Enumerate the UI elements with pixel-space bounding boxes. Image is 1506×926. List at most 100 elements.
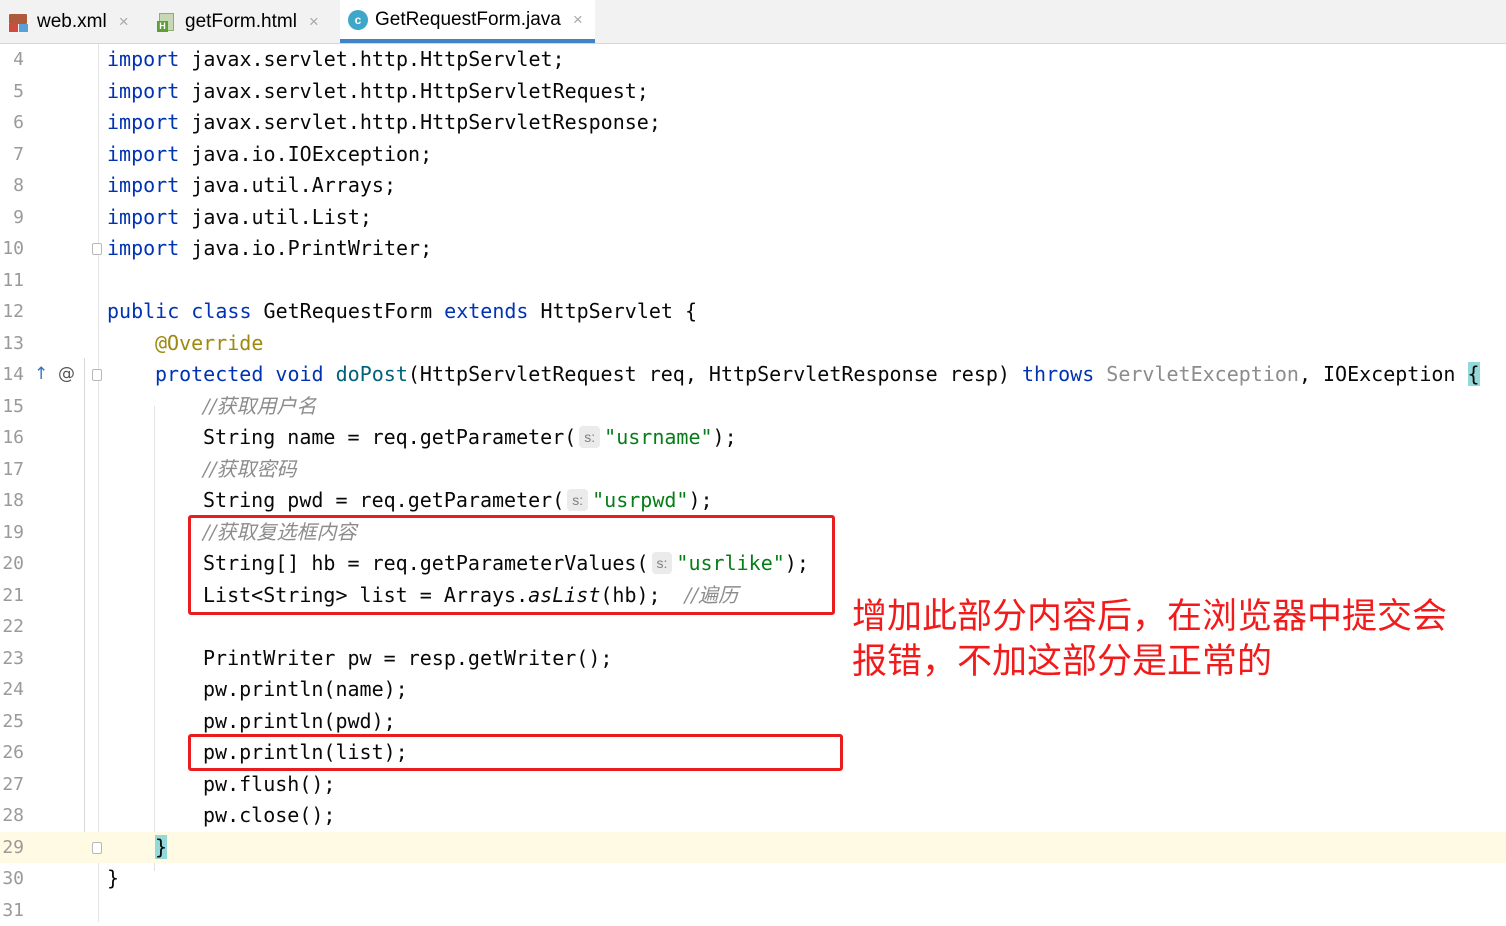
line-number: 5 <box>0 76 24 108</box>
line-number: 18 <box>0 485 24 517</box>
line-number: 28 <box>0 800 24 832</box>
line-number: 15 <box>0 391 24 423</box>
line-number: 12 <box>0 296 24 328</box>
annotation-line: 报错，不加这部分是正常的 <box>852 640 1492 685</box>
line-number: 30 <box>0 863 24 895</box>
code-text: pw.close(); <box>203 800 335 832</box>
editor-tab-bar: web.xml × H getForm.html × c GetRequestF… <box>0 0 1506 44</box>
string-literal: "usrname" <box>604 425 712 449</box>
code-text: ServletException <box>1106 362 1299 386</box>
keyword: public <box>107 299 179 323</box>
annotation-note: 增加此部分内容后，在浏览器中提交会 报错，不加这部分是正常的 <box>852 595 1492 685</box>
close-icon[interactable]: × <box>119 12 129 32</box>
line-number: 14 <box>0 359 24 391</box>
code-line: 4 import javax.servlet.http.HttpServlet; <box>0 44 1506 76</box>
code-line: 25 pw.println(pwd); <box>0 706 1506 738</box>
tab-getrequestform-java[interactable]: c GetRequestForm.java × <box>340 0 595 43</box>
line-number: 7 <box>0 139 24 171</box>
parameter-hint: s: <box>567 489 588 511</box>
code-text: , IOException <box>1299 362 1468 386</box>
code-line: 17 //获取密码 <box>0 454 1506 486</box>
code-line: 31 <box>0 895 1506 926</box>
tab-getform-html[interactable]: H getForm.html × <box>148 0 338 43</box>
code-text: ); <box>688 488 712 512</box>
code-line: 10import java.io.PrintWriter; <box>0 233 1506 265</box>
code-text: pw.flush(); <box>203 769 335 801</box>
keyword: import <box>107 110 179 134</box>
fold-icon[interactable] <box>92 842 102 854</box>
line-number: 17 <box>0 454 24 486</box>
comment: //获取用户名 <box>203 394 316 418</box>
code-text: javax.servlet.http.HttpServletRequest; <box>179 79 649 103</box>
close-icon[interactable]: × <box>573 10 583 30</box>
line-number: 19 <box>0 517 24 549</box>
line-number: 20 <box>0 548 24 580</box>
keyword: import <box>107 79 179 103</box>
tab-label: web.xml <box>37 11 107 33</box>
code-text: pw.println(pwd); <box>203 706 396 738</box>
java-class-icon: c <box>348 10 368 30</box>
line-number: 21 <box>0 580 24 612</box>
line-number: 13 <box>0 328 24 360</box>
comment: //获取密码 <box>203 457 296 481</box>
line-number: 23 <box>0 643 24 675</box>
code-text: java.util.Arrays; <box>179 173 396 197</box>
keyword: import <box>107 47 179 71</box>
code-line-current: 29} <box>0 832 1506 864</box>
line-number: 25 <box>0 706 24 738</box>
xml-file-icon <box>8 11 30 33</box>
highlight-box-array-params <box>188 515 835 615</box>
code-text: java.util.List; <box>179 205 372 229</box>
keyword: import <box>107 173 179 197</box>
code-text: java.io.IOException; <box>179 142 432 166</box>
keyword: extends <box>444 299 528 323</box>
code-text: String pwd = req.getParameter( <box>203 488 564 512</box>
code-line: 15 //获取用户名 <box>0 391 1506 423</box>
line-number: 27 <box>0 769 24 801</box>
code-line: 9import java.util.List; <box>0 202 1506 234</box>
code-text: pw.println(name); <box>203 674 408 706</box>
tab-label: GetRequestForm.java <box>375 9 561 31</box>
code-text: GetRequestForm <box>252 299 445 323</box>
code-line: 12public class GetRequestForm extends Ht… <box>0 296 1506 328</box>
method-name: doPost <box>336 362 408 386</box>
code-line: 27 pw.flush(); <box>0 769 1506 801</box>
code-text: HttpServlet { <box>528 299 697 323</box>
tab-web-xml[interactable]: web.xml × <box>0 0 140 43</box>
code-text: java.io.PrintWriter; <box>179 236 432 260</box>
code-line: 6import javax.servlet.http.HttpServletRe… <box>0 107 1506 139</box>
highlight-box-print-list <box>188 734 843 771</box>
fold-icon[interactable] <box>92 243 102 255</box>
line-number: 4 <box>0 44 24 76</box>
code-line: 18String pwd = req.getParameter(s:"usrpw… <box>0 485 1506 517</box>
fold-icon[interactable] <box>92 369 102 381</box>
line-number: 16 <box>0 422 24 454</box>
code-line: 8import java.util.Arrays; <box>0 170 1506 202</box>
code-line: 28 pw.close(); <box>0 800 1506 832</box>
code-text: javax.servlet.http.HttpServlet; <box>179 47 564 71</box>
line-number: 11 <box>0 265 24 297</box>
code-text: String name = req.getParameter( <box>203 425 576 449</box>
code-line: 30} <box>0 863 1506 895</box>
code-text: } <box>107 863 119 895</box>
code-editor[interactable]: 4import javax.servlet.http.HttpServlet; … <box>0 44 1506 922</box>
close-icon[interactable]: × <box>309 12 319 32</box>
keyword: protected <box>155 362 263 386</box>
code-line: 11 <box>0 265 1506 297</box>
matched-brace: } <box>155 835 167 859</box>
code-line: 5 import javax.servlet.http.HttpServletRe… <box>0 76 1506 108</box>
code-text: (HttpServletRequest req, HttpServletResp… <box>408 362 1022 386</box>
annotation: @Override <box>155 331 263 355</box>
annotation-line: 增加此部分内容后，在浏览器中提交会 <box>852 595 1492 640</box>
keyword: import <box>107 142 179 166</box>
line-number: 24 <box>0 674 24 706</box>
line-number: 31 <box>0 895 24 926</box>
override-marker-icon[interactable]: ↑ <box>34 359 48 391</box>
annotation-marker-icon[interactable]: @ <box>58 359 75 391</box>
html-file-icon: H <box>156 11 178 33</box>
code-text: PrintWriter pw = resp.getWriter(); <box>203 643 612 675</box>
code-text: javax.servlet.http.HttpServletResponse; <box>179 110 661 134</box>
line-number: 9 <box>0 202 24 234</box>
line-number: 29 <box>0 832 24 864</box>
parameter-hint: s: <box>579 426 600 448</box>
